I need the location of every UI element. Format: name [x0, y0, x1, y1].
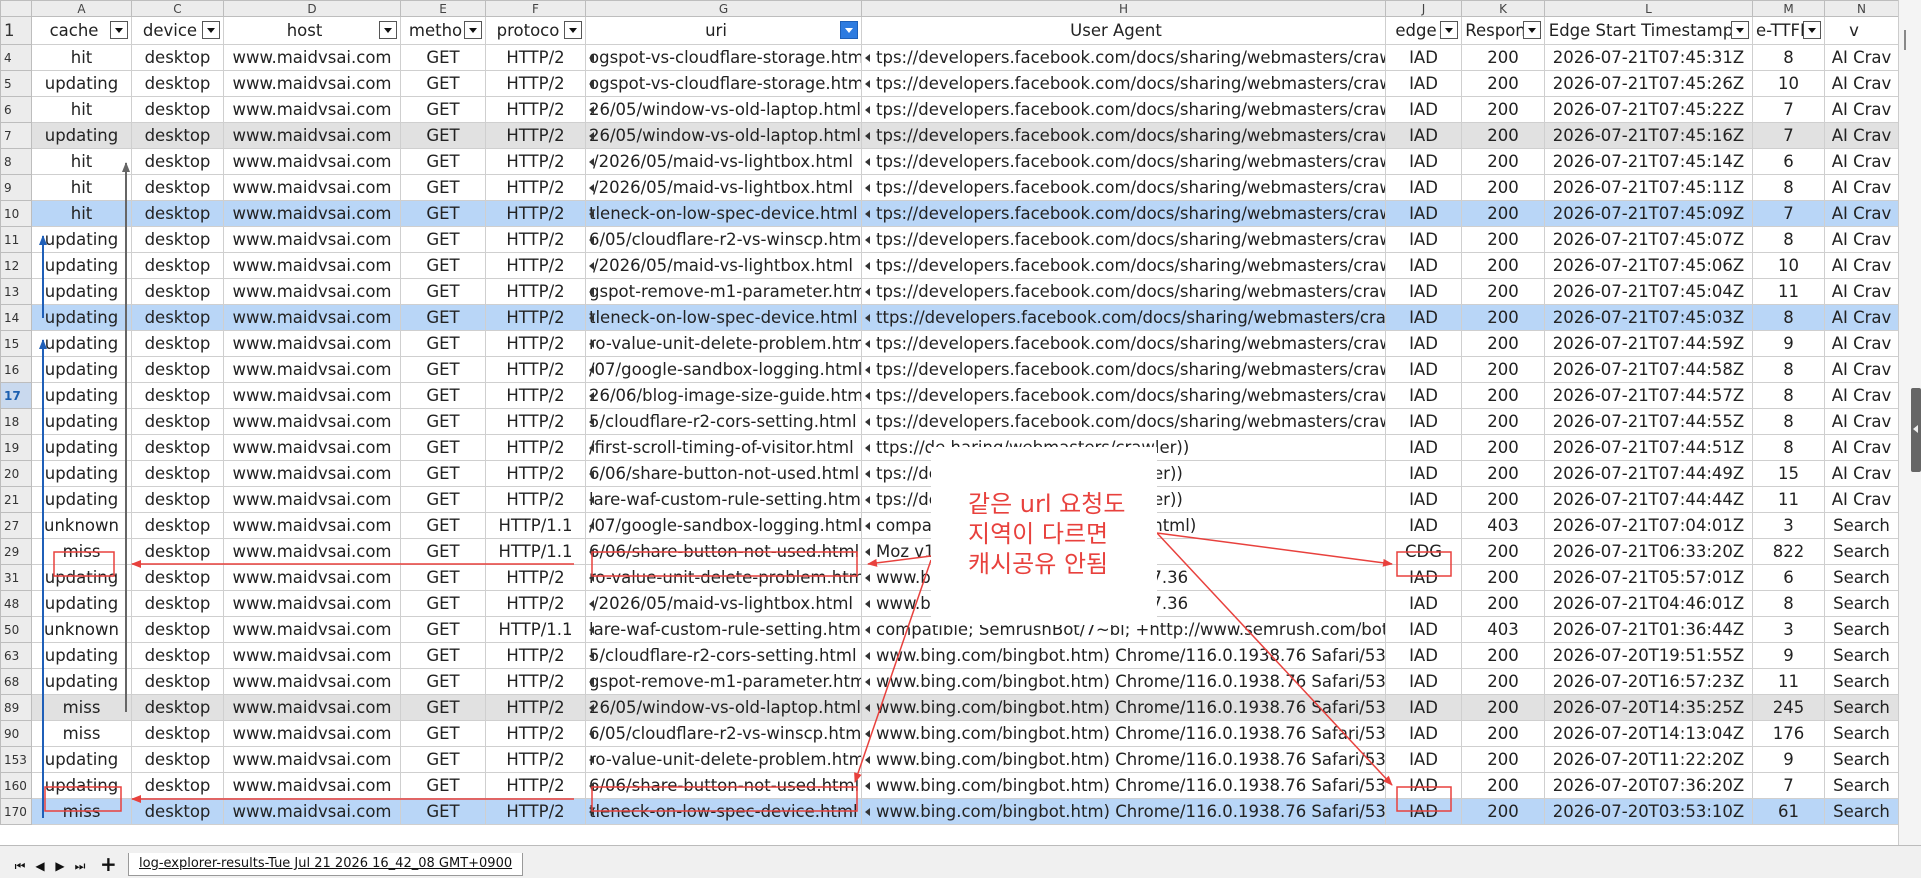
- annotation-note: 같은 url 요청도 지역이 다르면 캐시공유 안됨: [968, 490, 1126, 578]
- highlight-box-uri-29: [591, 551, 858, 577]
- annotation-overlay: [39, 162, 1452, 818]
- next-sheet-icon[interactable]: ▶: [52, 858, 68, 874]
- red-arrow-iad: [1156, 532, 1393, 786]
- last-sheet-icon[interactable]: ⏭: [72, 858, 88, 874]
- highlight-box-iad: [1396, 786, 1452, 812]
- red-arrow-cdg: [1156, 532, 1393, 567]
- spreadsheet-app: { "colors":{"accent":"#2d7be0","selected…: [0, 0, 1921, 878]
- prev-sheet-icon[interactable]: ◀: [32, 858, 48, 874]
- highlight-box-miss: [53, 551, 115, 577]
- red-arrow-uri-160: [854, 559, 932, 783]
- add-sheet-button[interactable]: +: [100, 853, 117, 875]
- sheet-tab[interactable]: log-explorer-results-Tue Jul 21 2026 16_…: [128, 853, 524, 876]
- highlight-box-updating: [44, 786, 122, 812]
- highlight-box-uri-160: [591, 786, 858, 812]
- highlight-box-cdg: [1396, 551, 1452, 577]
- red-arrow-uri-29: [867, 555, 932, 567]
- first-sheet-icon[interactable]: ⏮: [12, 858, 28, 874]
